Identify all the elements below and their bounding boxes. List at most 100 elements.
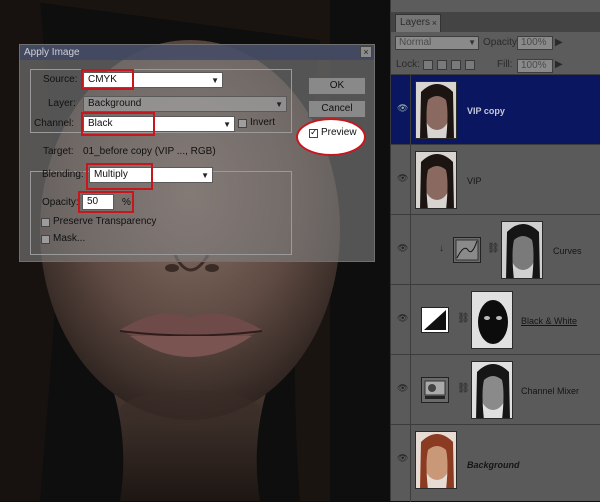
layer-name: Background	[467, 460, 520, 470]
eye-icon: 👁	[397, 103, 409, 113]
channel-value: Black	[88, 118, 113, 129]
layer-label: Layer:	[48, 98, 76, 109]
invert-checkbox[interactable]	[238, 119, 247, 128]
eye-icon: 👁	[397, 453, 409, 463]
layer-row-curves[interactable]: 👁 ↓ ⛓ Curves	[391, 214, 600, 285]
layer-row-vip[interactable]: 👁 VIP	[391, 144, 600, 215]
target-value: 01_before copy (VIP ..., RGB)	[83, 146, 216, 157]
layer-value: Background	[88, 98, 142, 109]
link-icon[interactable]: ⛓	[487, 243, 500, 254]
blend-mode-dropdown[interactable]: Normal ▼	[395, 36, 479, 50]
visibility-toggle[interactable]: 👁	[395, 215, 411, 285]
visibility-toggle[interactable]: 👁	[395, 145, 411, 215]
opacity-input[interactable]: 50	[82, 194, 114, 210]
dialog-title-bar[interactable]: Apply Image ×	[20, 45, 374, 60]
fill-field[interactable]: 100%	[517, 59, 553, 73]
target-label: Target:	[43, 146, 74, 157]
mixer-icon	[424, 380, 446, 399]
visibility-toggle[interactable]: 👁	[395, 75, 411, 145]
blend-mode-value: Normal	[399, 37, 432, 48]
tab-layers[interactable]: Layers ×	[395, 14, 441, 32]
ok-button[interactable]: OK	[308, 77, 366, 95]
eye-icon: 👁	[397, 173, 409, 183]
opacity-label: Opacity:	[483, 37, 520, 48]
preview-checkbox[interactable]	[309, 127, 318, 138]
layer-row-background[interactable]: 👁 Background	[391, 424, 600, 502]
channel-mixer-adjustment-icon[interactable]	[421, 377, 449, 403]
blending-dropdown[interactable]: Multiply ▼	[89, 167, 213, 183]
lock-all-icon[interactable]	[465, 60, 475, 70]
chevron-down-icon: ▼	[223, 120, 231, 129]
layer-name: Channel Mixer	[521, 386, 580, 396]
opacity-value: 50	[87, 196, 99, 207]
curves-adjustment-icon[interactable]	[453, 237, 481, 263]
channel-dropdown[interactable]: Black ▼	[83, 116, 235, 132]
dialog-title: Apply Image	[24, 47, 80, 58]
tab-layers-label: Layers	[400, 17, 431, 28]
lock-transparent-icon[interactable]	[423, 60, 433, 70]
preserve-transparency-checkbox[interactable]	[41, 218, 50, 227]
opacity-value: 100%	[521, 37, 547, 48]
half-black-icon	[424, 310, 446, 330]
invert-label: Invert	[250, 117, 276, 128]
lock-label: Lock:	[396, 59, 420, 70]
fill-label: Fill:	[497, 59, 513, 70]
close-icon[interactable]: ×	[360, 46, 372, 58]
eye-icon: 👁	[397, 313, 409, 323]
source-dropdown[interactable]: CMYK ▼	[83, 72, 223, 88]
layer-name: VIP	[467, 176, 482, 186]
fill-value: 100%	[521, 60, 547, 71]
black-white-adjustment-icon[interactable]	[421, 307, 449, 333]
layers-tab-bar: Layers ×	[391, 12, 600, 32]
blending-label: Blending:	[42, 169, 84, 180]
chevron-down-icon: ▼	[275, 100, 283, 109]
face-thumbnail-icon	[416, 432, 456, 488]
preserve-transparency-label: Preserve Transparency	[53, 216, 157, 227]
blending-value: Multiply	[94, 169, 128, 180]
layer-row-channel-mixer[interactable]: 👁 ⛓ Channel Mixer	[391, 354, 600, 425]
face-thumbnail-icon	[416, 82, 456, 138]
chevron-down-icon: ▼	[201, 171, 209, 180]
layer-dropdown[interactable]: Background ▼	[83, 96, 287, 112]
face-thumbnail-icon	[502, 222, 542, 278]
link-icon[interactable]: ⛓	[457, 313, 470, 324]
visibility-toggle[interactable]: 👁	[395, 285, 411, 355]
eye-icon: 👁	[397, 383, 409, 393]
fill-arrow-icon[interactable]: ▶	[555, 58, 563, 72]
layer-thumbnail	[415, 431, 457, 489]
preview-label: Preview	[321, 127, 357, 138]
channel-label: Channel:	[34, 118, 75, 129]
lock-position-icon[interactable]	[451, 60, 461, 70]
opacity-label: Opacity:	[42, 197, 79, 208]
face-thumbnail-icon	[416, 152, 456, 208]
opacity-arrow-icon[interactable]: ▶	[555, 36, 563, 50]
layer-mask-thumbnail[interactable]	[501, 221, 543, 279]
layer-name: Black & White	[521, 316, 578, 326]
link-icon[interactable]: ⛓	[457, 383, 470, 394]
mask-label: Mask...	[53, 233, 86, 244]
chevron-down-icon: ▼	[211, 76, 219, 85]
blend-row: Normal ▼ Opacity: 100% ▶	[391, 33, 600, 55]
layer-name: Curves	[553, 246, 582, 256]
layer-row-vip-copy[interactable]: 👁 VIP copy	[391, 74, 600, 145]
chevron-down-icon: ▼	[468, 38, 476, 47]
face-thumbnail-icon	[472, 362, 512, 418]
layer-mask-thumbnail[interactable]	[471, 291, 513, 349]
visibility-toggle[interactable]: 👁	[395, 355, 411, 425]
close-icon[interactable]: ×	[432, 15, 437, 31]
source-label: Source:	[43, 74, 78, 85]
cancel-button[interactable]: Cancel	[308, 100, 366, 118]
layer-mask-thumbnail[interactable]	[471, 361, 513, 419]
visibility-toggle[interactable]: 👁	[395, 425, 411, 502]
curve-graph-icon	[455, 239, 479, 261]
mask-checkbox[interactable]	[41, 235, 50, 244]
layer-row-black-white[interactable]: 👁 ⛓ Black & White	[391, 284, 600, 355]
apply-image-dialog: Apply Image × Source: CMYK ▼ Layer: Back…	[19, 44, 375, 262]
opacity-field[interactable]: 100%	[517, 36, 553, 50]
layer-name: VIP copy	[467, 106, 505, 116]
lock-image-icon[interactable]	[437, 60, 447, 70]
layer-thumbnail	[415, 151, 457, 209]
clip-arrow-icon: ↓	[439, 243, 444, 254]
eye-icon: 👁	[397, 243, 409, 253]
layer-thumbnail	[415, 81, 457, 139]
